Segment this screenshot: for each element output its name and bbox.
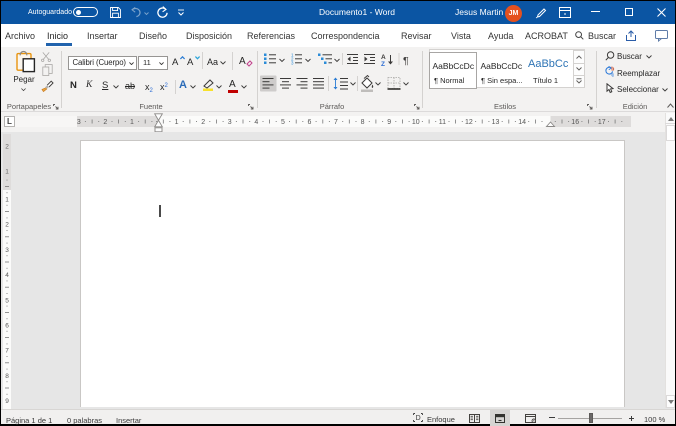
- svg-text:2: 2: [5, 144, 9, 151]
- svg-text:9: 9: [5, 398, 9, 405]
- svg-text:14: 14: [518, 119, 526, 126]
- svg-text:3: 3: [228, 119, 232, 126]
- svg-text:1: 1: [175, 119, 179, 126]
- svg-text:5: 5: [5, 297, 9, 304]
- svg-text:13: 13: [492, 119, 500, 126]
- svg-text:A: A: [381, 54, 386, 61]
- svg-text:3: 3: [291, 61, 294, 66]
- svg-text:11: 11: [439, 119, 446, 126]
- svg-text:7: 7: [5, 348, 9, 355]
- svg-text:6: 6: [308, 119, 312, 126]
- svg-text:1: 1: [5, 169, 9, 176]
- svg-text:D: D: [416, 415, 421, 422]
- svg-text:10: 10: [412, 119, 420, 126]
- svg-text:6: 6: [5, 323, 9, 330]
- svg-text:4: 4: [254, 119, 258, 126]
- svg-text:8: 8: [5, 373, 9, 380]
- svg-text:4: 4: [5, 272, 9, 279]
- svg-text:¶: ¶: [403, 55, 409, 67]
- svg-text:3: 3: [5, 247, 9, 254]
- svg-text:2: 2: [103, 119, 107, 126]
- svg-text:2: 2: [5, 222, 9, 229]
- svg-text:16: 16: [571, 119, 579, 126]
- svg-text:9: 9: [387, 119, 391, 126]
- svg-text:5: 5: [281, 119, 285, 126]
- svg-text:2: 2: [201, 119, 205, 126]
- svg-text:7: 7: [334, 119, 338, 126]
- svg-text:3: 3: [77, 119, 81, 126]
- svg-text:17: 17: [598, 119, 606, 126]
- svg-text:12: 12: [465, 119, 473, 126]
- svg-text:Z: Z: [381, 61, 385, 68]
- svg-text:8: 8: [361, 119, 365, 126]
- svg-text:1: 1: [130, 119, 134, 126]
- svg-text:1: 1: [5, 197, 9, 204]
- svg-text:c: c: [611, 72, 614, 77]
